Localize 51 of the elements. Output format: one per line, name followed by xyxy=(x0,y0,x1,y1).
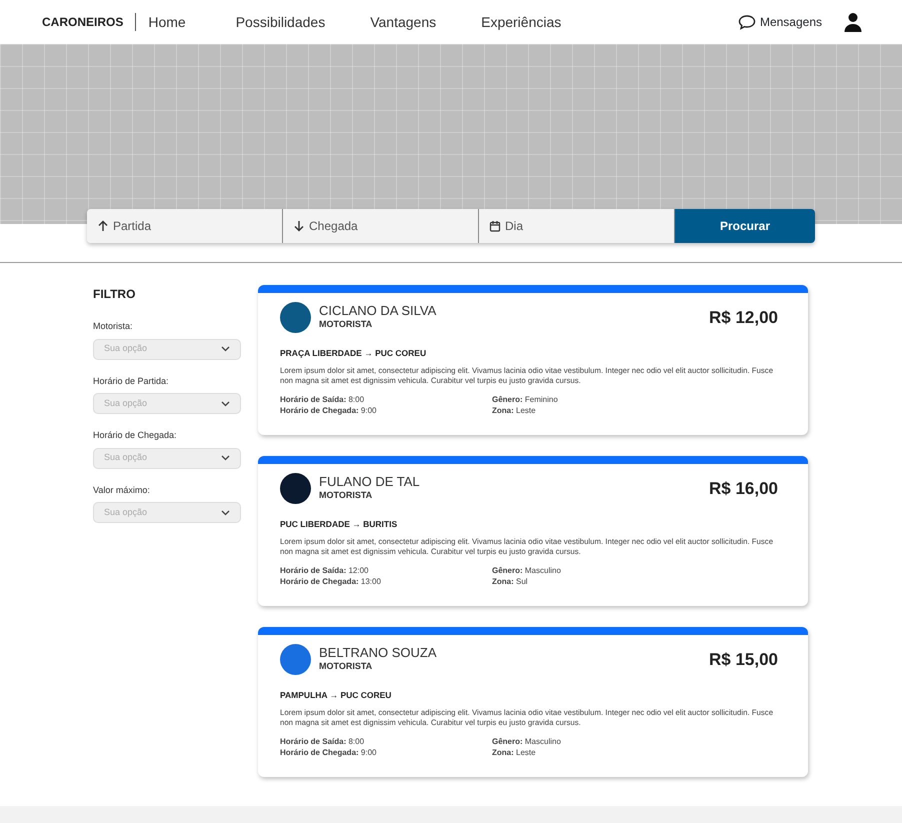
ride-route: PRAÇA LIBERDADE → PUC COREU xyxy=(280,347,428,360)
filter-label: Horário de Partida: xyxy=(93,374,170,388)
nav-link[interactable]: Experiências xyxy=(481,12,562,32)
ride-price: R$ 12,00 xyxy=(709,306,778,329)
ride-card[interactable] xyxy=(258,285,808,435)
ride-route: PAMPULHA → PUC COREU xyxy=(280,689,392,702)
chat-bubble-icon xyxy=(738,14,756,30)
brand-logo[interactable]: CARONEIROS xyxy=(42,13,136,31)
filter-title: FILTRO xyxy=(93,286,136,303)
ride-detail: Horário de Saída: 8:00 xyxy=(280,394,366,406)
arrow-up-icon xyxy=(97,220,109,232)
driver-role: MOTORISTA xyxy=(319,318,374,331)
filter-label: Valor máximo: xyxy=(93,484,151,496)
filter-label: Motorista: xyxy=(93,320,134,333)
ride-detail: Zona: Sul xyxy=(492,576,529,588)
ride-detail: Zona: Leste xyxy=(492,406,537,416)
user-icon[interactable] xyxy=(844,12,862,32)
search-field[interactable]: Dia xyxy=(479,209,675,243)
chevron-down-icon xyxy=(221,510,230,516)
driver-role: MOTORISTA xyxy=(319,488,374,502)
ride-detail: Horário de Saída: 8:00 xyxy=(280,736,366,748)
ride-card[interactable] xyxy=(258,627,808,777)
ride-detail: Zona: Leste xyxy=(492,748,537,758)
ride-detail: Horário de Saída: 12:00 xyxy=(280,566,370,577)
ride-detail: Horário de Chegada: 13:00 xyxy=(280,576,382,588)
ride-detail: Gênero: Masculino xyxy=(492,736,561,748)
search-button[interactable]: Procurar xyxy=(675,209,815,243)
chevron-down-icon xyxy=(221,346,230,352)
calendar-icon xyxy=(489,220,501,232)
driver-role: MOTORISTA xyxy=(319,660,374,673)
driver-name: FULANO DE TAL xyxy=(319,474,420,489)
ride-route: PUC LIBERDADE → BURITIS xyxy=(280,518,398,531)
filter-label: Horário de Chegada: xyxy=(93,429,178,442)
nav-link[interactable]: Vantagens xyxy=(370,12,436,32)
messages-link[interactable]: Mensagens xyxy=(738,13,822,31)
chevron-down-icon xyxy=(221,400,230,406)
ride-detail: Horário de Chegada: 9:00 xyxy=(280,748,378,758)
nav-link[interactable]: Home xyxy=(148,12,186,32)
search-field[interactable]: Partida xyxy=(87,209,283,243)
arrow-down-icon xyxy=(293,220,305,232)
ride-detail: Horário de Chegada: 9:00 xyxy=(280,406,378,416)
ride-detail: Gênero: Feminino xyxy=(492,394,558,406)
ride-card[interactable] xyxy=(258,456,808,606)
driver-name: BELTRANO SOUZA xyxy=(319,646,437,660)
ride-detail: Gênero: Masculino xyxy=(492,566,561,577)
search-field[interactable]: Chegada xyxy=(283,209,479,243)
nav-link[interactable]: Possibilidades xyxy=(236,12,326,32)
driver-name: CICLANO DA SILVA xyxy=(319,304,436,318)
ride-price: R$ 16,00 xyxy=(709,478,778,500)
ride-price: R$ 15,00 xyxy=(709,648,778,671)
chevron-down-icon xyxy=(221,455,230,461)
